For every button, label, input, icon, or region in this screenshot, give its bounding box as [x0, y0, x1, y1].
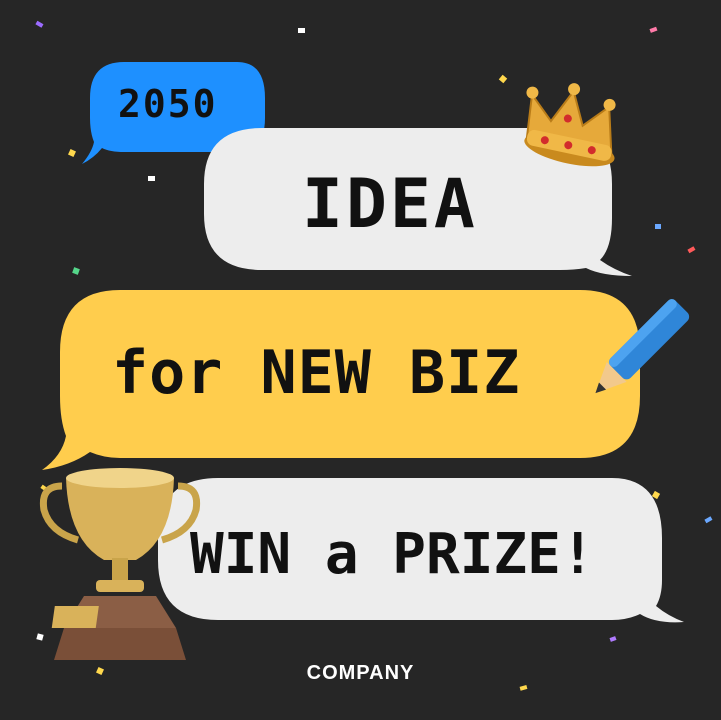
company-name: COMPANY [306, 662, 415, 684]
headline-idea: IDEA [302, 165, 478, 244]
headline-prize: WIN a PRIZE! [190, 522, 595, 587]
poster: 2050 IDEA for NEW BIZ WIN a PRIZE! COMPA… [0, 0, 721, 720]
headline-new-biz: for NEW BIZ [112, 338, 521, 408]
badge-label: 2050 [118, 82, 218, 126]
